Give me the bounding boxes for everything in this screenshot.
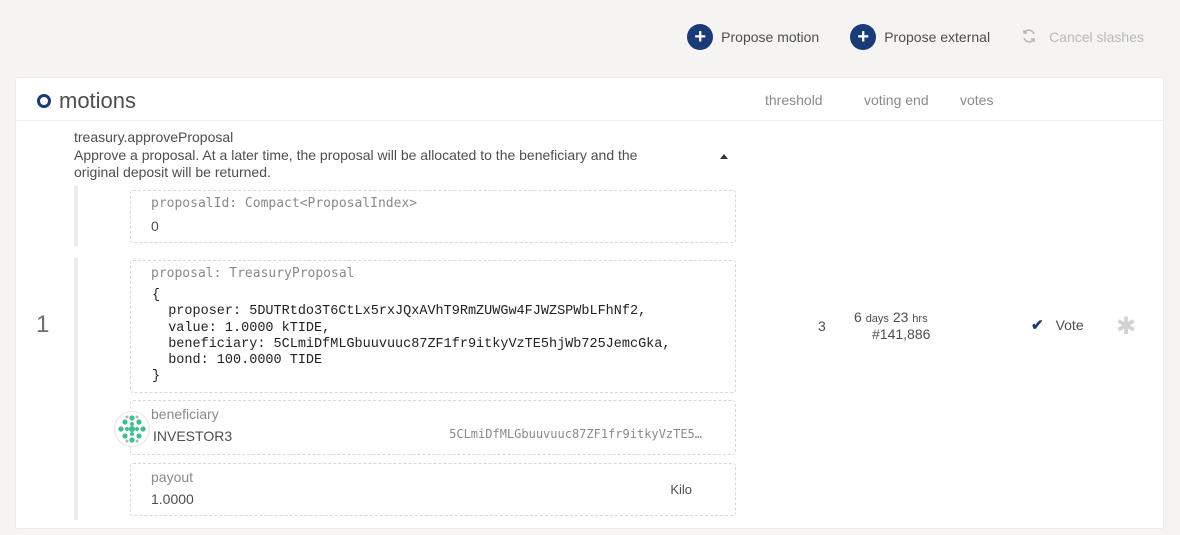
propose-external-button[interactable]: + Propose external (850, 24, 990, 50)
param-proposal-id: proposalId: Compact<ProposalIndex> 0 (130, 190, 736, 243)
threshold-value: 3 (818, 318, 826, 334)
voting-end-block: #141,886 (872, 326, 931, 342)
beneficiary-address: 5CLmiDfMLGbuuvuuc87ZF1fr9itkyVzTE5… (449, 427, 702, 441)
proposal-divider (74, 258, 78, 520)
section-title-text: motions (59, 88, 137, 113)
collapse-caret-icon[interactable] (720, 154, 728, 159)
payout-value: 1.0000 (151, 491, 194, 507)
payout-label: payout (151, 469, 194, 485)
voting-end-days-label: days (865, 313, 889, 325)
table-header: motions threshold voting end votes (16, 78, 1163, 121)
cancel-slashes-label: Cancel slashes (1049, 29, 1144, 45)
propose-motion-button[interactable]: + Propose motion (687, 24, 819, 50)
section-dot-icon (37, 94, 51, 108)
payout-field: payout 1.0000 Kilo (130, 463, 736, 516)
motion-index: 1 (36, 311, 50, 338)
payout-unit: Kilo (670, 482, 692, 497)
voting-end-hours: 23 (892, 309, 909, 325)
voting-end-time: 6 days 23 hrs (854, 309, 928, 325)
identicon (114, 411, 150, 447)
beneficiary-field: beneficiary INVESTOR3 5CLmiDfMLGbuuvuuc8… (130, 400, 736, 455)
toolbar: + Propose motion + Propose external Canc… (656, 24, 1144, 50)
param-value: 0 (151, 218, 159, 234)
section-title: motions (37, 88, 136, 114)
vote-button[interactable]: ✔ Vote (1031, 316, 1084, 334)
motion-method: treasury.approveProposal (74, 129, 234, 145)
column-votes: votes (960, 92, 994, 108)
column-threshold: threshold (765, 92, 823, 108)
column-voting-end: voting end (864, 92, 929, 108)
vote-label: Vote (1055, 317, 1084, 333)
motion-description: Approve a proposal. At a later time, the… (74, 147, 638, 180)
star-icon[interactable]: ✱ (1116, 312, 1136, 341)
voting-end-days: 6 (854, 309, 862, 325)
plus-icon: + (687, 24, 714, 50)
propose-external-label: Propose external (884, 29, 991, 45)
plus-icon: + (850, 24, 877, 50)
proposal-code: { proposer: 5DUTRtdo3T6CtLx5rxJQxAVhT9Rm… (152, 288, 671, 385)
cancel-slashes-button[interactable]: Cancel slashes (1021, 28, 1144, 46)
sync-icon (1021, 28, 1039, 46)
check-icon: ✔ (1031, 317, 1044, 334)
beneficiary-label: beneficiary (151, 406, 219, 422)
motions-table: motions threshold voting end votes 1 tre… (15, 77, 1164, 529)
voting-end-hours-label: hrs (912, 313, 928, 325)
param-label: proposalId: Compact<ProposalIndex> (151, 196, 418, 211)
beneficiary-name: INVESTOR3 (153, 428, 233, 444)
proposal-label: proposal: TreasuryProposal (151, 266, 355, 281)
params-divider (74, 186, 78, 246)
propose-motion-label: Propose motion (721, 29, 820, 45)
proposal-field: proposal: TreasuryProposal { proposer: 5… (130, 260, 736, 393)
